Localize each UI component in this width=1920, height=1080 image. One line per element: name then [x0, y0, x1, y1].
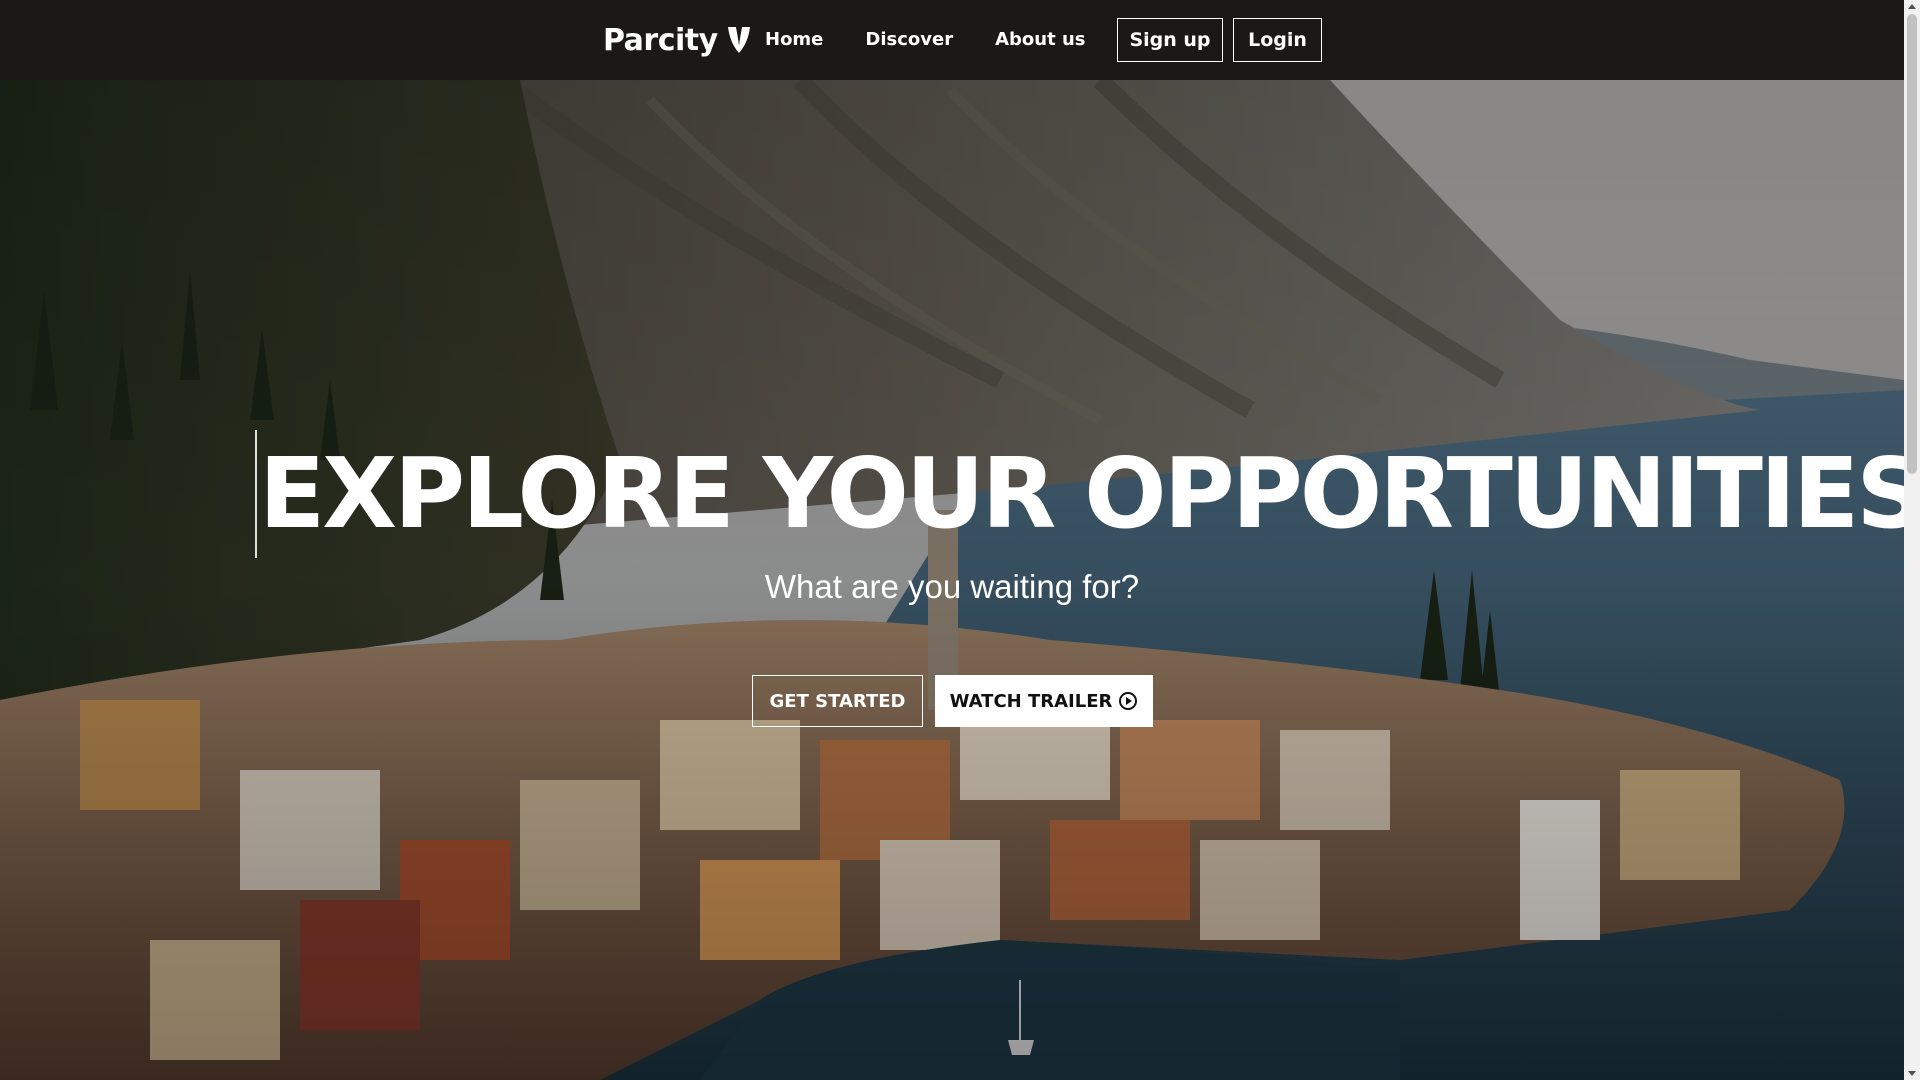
watch-trailer-button[interactable]: WATCH TRAILER [935, 675, 1153, 727]
v-shield-logo-icon [727, 27, 750, 53]
brand-name: Parcity [603, 22, 718, 58]
watch-trailer-label: WATCH TRAILER [949, 690, 1113, 712]
navbar: Parcity Home Discover About us Sign up L… [0, 0, 1904, 80]
hero-section: EXPLORE YOUR OPPORTUNITIES What are you … [0, 80, 1904, 1080]
login-button[interactable]: Login [1233, 18, 1322, 62]
scrollbar-thumb[interactable] [1907, 14, 1917, 474]
hero-title: EXPLORE YOUR OPPORTUNITIES [255, 430, 1904, 558]
signup-button[interactable]: Sign up [1117, 18, 1223, 62]
nav-discover-link[interactable]: Discover [865, 22, 953, 58]
nav-home-link[interactable]: Home [765, 22, 823, 58]
scroll-down-arrow-icon[interactable] [1908, 1071, 1916, 1076]
main-nav: Home Discover About us [765, 22, 1086, 58]
hero-subtitle: What are you waiting for? [764, 568, 1140, 605]
nav-about-link[interactable]: About us [995, 22, 1085, 58]
brand-logo-link[interactable]: Parcity [603, 20, 752, 60]
play-circle-icon [1119, 692, 1138, 710]
vertical-scrollbar[interactable] [1904, 0, 1920, 1080]
scroll-up-arrow-icon[interactable] [1908, 4, 1916, 9]
get-started-button[interactable]: GET STARTED [752, 675, 923, 727]
